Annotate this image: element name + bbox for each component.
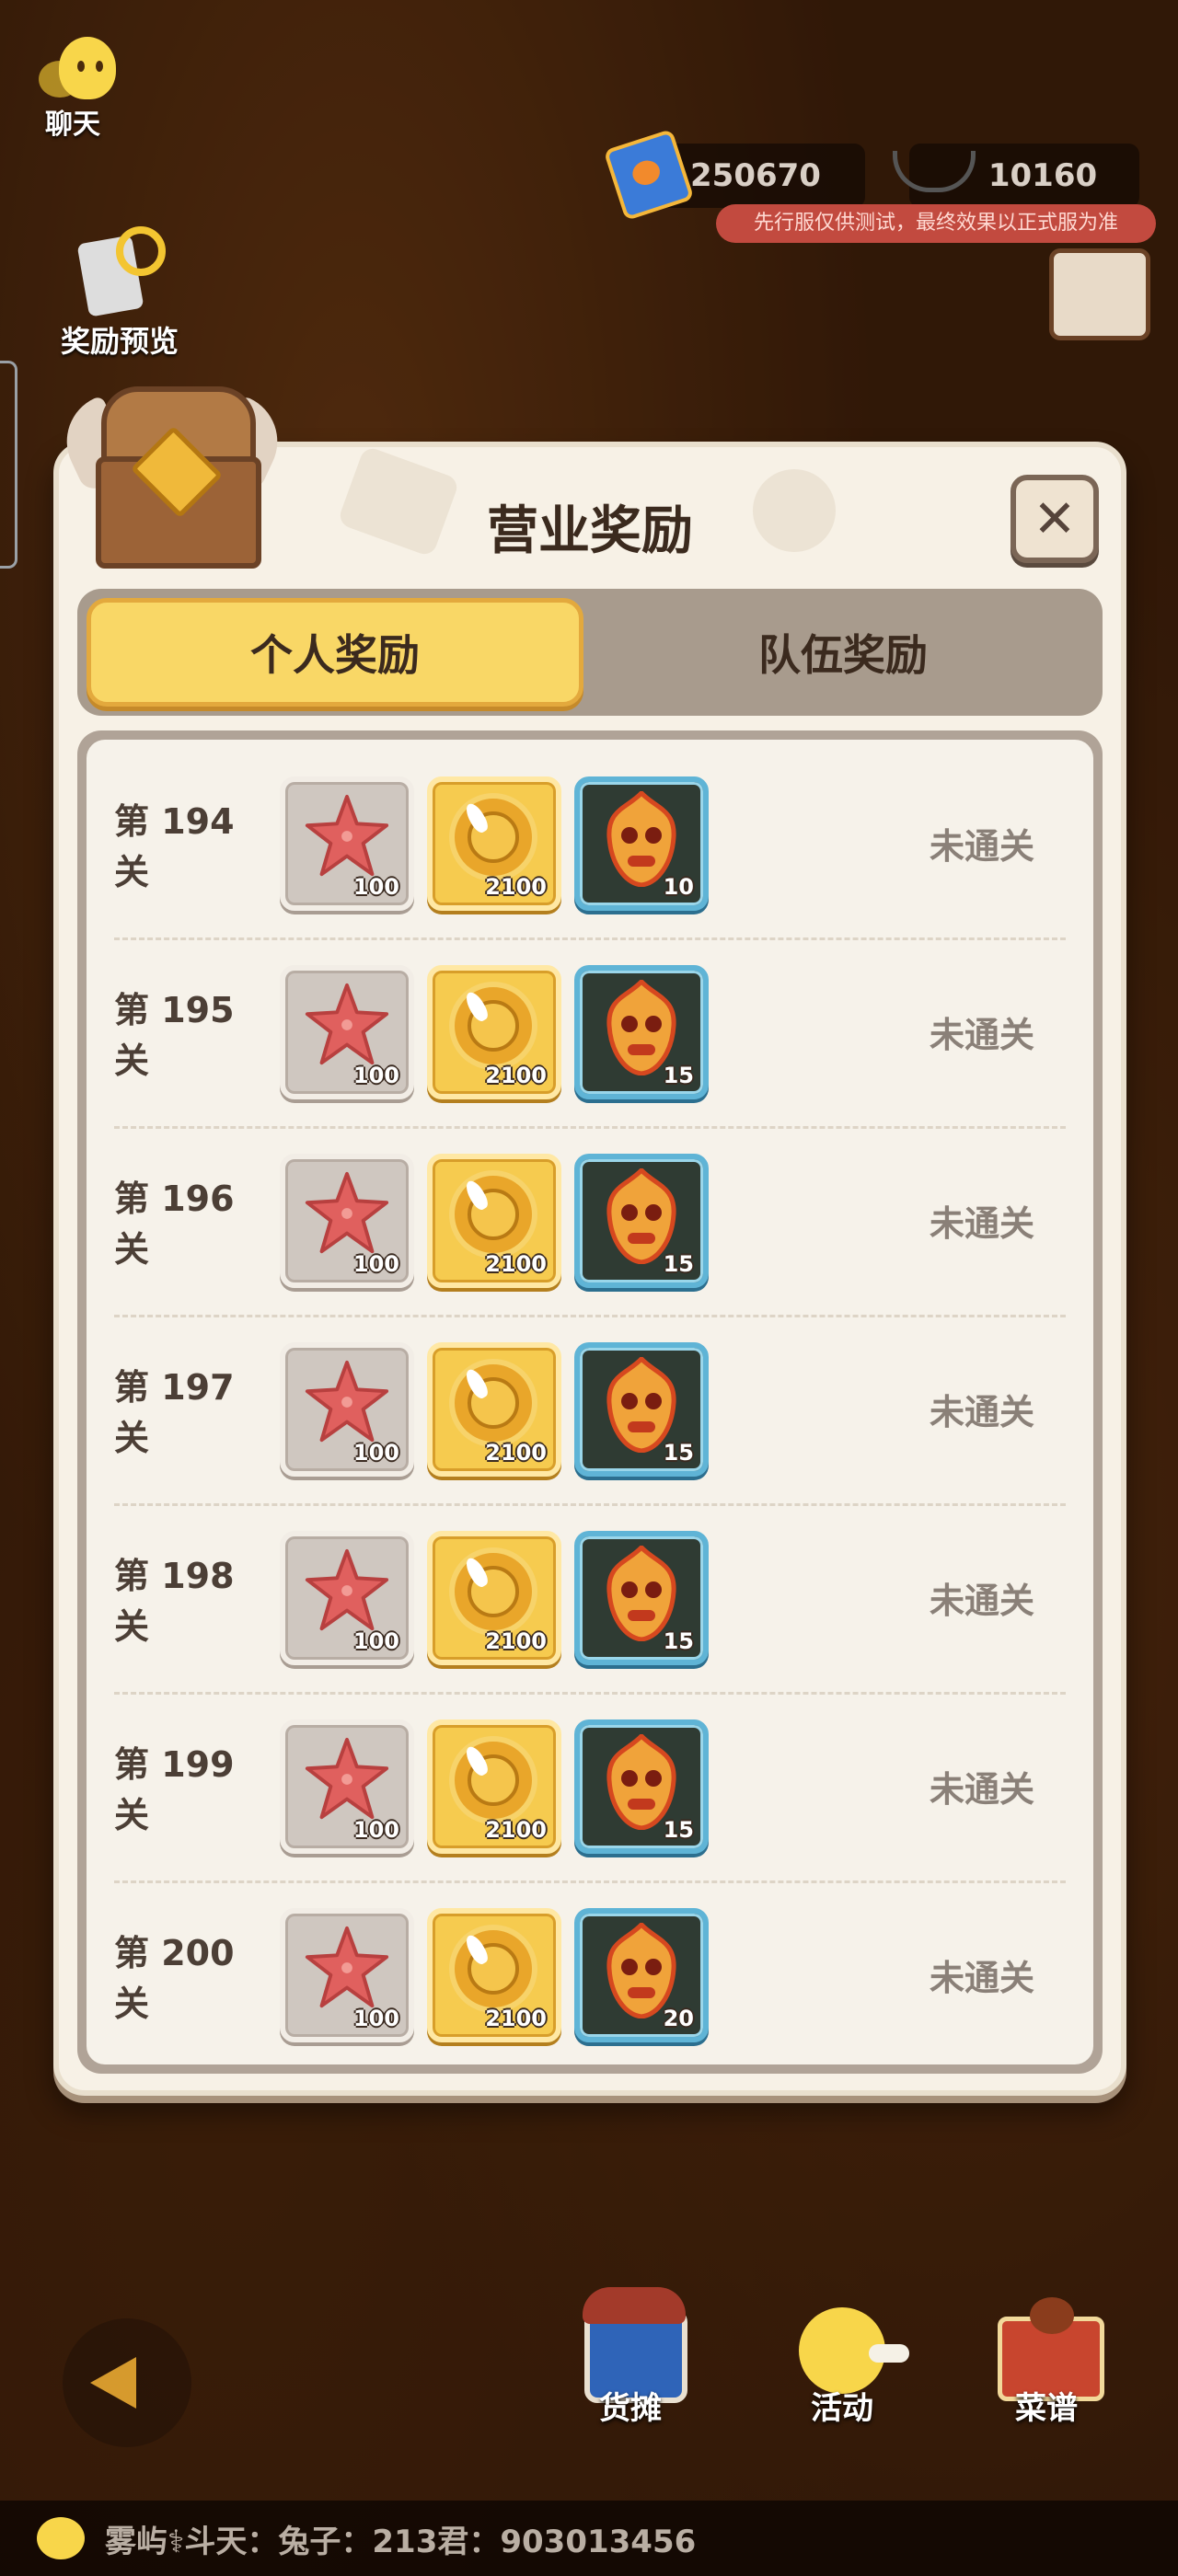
reward-tabs: 个人奖励 队伍奖励 bbox=[77, 589, 1103, 716]
reward-item[interactable]: 100 bbox=[280, 1907, 414, 2042]
reward-item[interactable]: 15 bbox=[574, 1341, 709, 1477]
level-label: 第 199 关 bbox=[114, 1743, 235, 1835]
reward-item[interactable]: 15 bbox=[574, 964, 709, 1099]
level-status: 未通关 bbox=[929, 1015, 1034, 1055]
pan-counter[interactable]: 10160 bbox=[893, 144, 1139, 208]
level-label: 第 195 关 bbox=[114, 989, 235, 1081]
chat-ticker[interactable]: 雾屿⚕斗天：兔子：213君：903013456 bbox=[0, 2501, 1178, 2576]
level-label: 第 194 关 bbox=[114, 800, 235, 892]
reward-item[interactable]: 2100 bbox=[427, 964, 561, 1099]
chat-bubble-icon bbox=[37, 2517, 85, 2559]
magnifier-scroll-icon bbox=[64, 221, 175, 322]
reward-item[interactable]: 15 bbox=[574, 1719, 709, 1854]
reward-quantity: 100 bbox=[352, 1062, 399, 1088]
reward-item[interactable]: 100 bbox=[280, 1530, 414, 1665]
reward-item[interactable]: 2100 bbox=[427, 776, 561, 911]
reward-quantity: 100 bbox=[352, 1439, 399, 1466]
reward-row: 第 194 关 100 2100 10 未通关 bbox=[114, 749, 1066, 937]
nav-activity-label: 活动 bbox=[811, 2390, 873, 2427]
reward-quantity: 2100 bbox=[485, 1250, 547, 1277]
nav-stall[interactable]: 货摊 bbox=[552, 2287, 709, 2428]
reward-quantity: 15 bbox=[663, 1627, 694, 1654]
ticket-counter[interactable]: 250670 bbox=[603, 128, 865, 222]
side-handle[interactable] bbox=[0, 361, 17, 569]
nav-stall-label: 货摊 bbox=[599, 2390, 662, 2427]
reward-list-inner: 第 194 关 100 2100 10 未通关第 195 关 100 2100 15 未通关第 … bbox=[87, 740, 1093, 2064]
reward-quantity: 2100 bbox=[485, 873, 547, 900]
ticker-text: 雾屿⚕斗天：兔子：213君：903013456 bbox=[105, 2523, 697, 2560]
chat-icon bbox=[31, 33, 116, 107]
reward-quantity: 100 bbox=[352, 873, 399, 900]
reward-item[interactable]: 100 bbox=[280, 1719, 414, 1854]
reward-quantity: 20 bbox=[663, 2005, 694, 2031]
reward-quantity: 2100 bbox=[485, 1439, 547, 1466]
reward-item[interactable]: 2100 bbox=[427, 1153, 561, 1288]
level-label: 第 200 关 bbox=[114, 1932, 235, 2024]
reward-item[interactable]: 2100 bbox=[427, 1719, 561, 1854]
reward-quantity: 15 bbox=[663, 1439, 694, 1466]
level-label: 第 197 关 bbox=[114, 1366, 235, 1458]
reward-item[interactable]: 100 bbox=[280, 964, 414, 1099]
chat-button[interactable]: 聊天 bbox=[13, 33, 133, 142]
reward-quantity: 100 bbox=[352, 1816, 399, 1843]
close-button[interactable]: ✕ bbox=[1011, 475, 1099, 563]
reward-list[interactable]: 第 194 关 100 2100 10 未通关第 195 关 100 2100 15 未通关第 … bbox=[77, 730, 1103, 2074]
reward-item[interactable]: 2100 bbox=[427, 1907, 561, 2042]
reward-quantity: 15 bbox=[663, 1062, 694, 1088]
tab-team-reward[interactable]: 队伍奖励 bbox=[593, 598, 1093, 707]
reward-item[interactable]: 100 bbox=[280, 776, 414, 911]
reward-quantity: 2100 bbox=[485, 1816, 547, 1843]
reward-quantity: 100 bbox=[352, 1627, 399, 1654]
pan-count: 10160 bbox=[987, 157, 1098, 194]
reward-row: 第 198 关 100 2100 15 未通关 bbox=[114, 1503, 1066, 1692]
menu-board-icon[interactable] bbox=[1049, 248, 1150, 340]
reward-row: 第 200 关 100 2100 20 未通关 bbox=[114, 1880, 1066, 2069]
level-label: 第 196 关 bbox=[114, 1178, 235, 1270]
reward-quantity: 100 bbox=[352, 2005, 399, 2031]
chat-label: 聊天 bbox=[45, 109, 100, 141]
level-label: 第 198 关 bbox=[114, 1555, 235, 1647]
reward-item[interactable]: 2100 bbox=[427, 1341, 561, 1477]
reward-quantity: 100 bbox=[352, 1250, 399, 1277]
level-status: 未通关 bbox=[929, 1958, 1034, 1998]
test-server-notice: 先行服仅供测试，最终效果以正式服为准 bbox=[716, 204, 1156, 243]
back-arrow-button[interactable] bbox=[63, 2318, 191, 2447]
business-reward-dialog: 营业奖励 ✕ 个人奖励 队伍奖励 第 194 关 100 2100 10 未通关第 19… bbox=[51, 386, 1126, 2096]
reward-quantity: 15 bbox=[663, 1816, 694, 1843]
reward-row: 第 199 关 100 2100 15 未通关 bbox=[114, 1692, 1066, 1880]
reward-row: 第 196 关 100 2100 15 未通关 bbox=[114, 1126, 1066, 1315]
reward-item[interactable]: 2100 bbox=[427, 1530, 561, 1665]
tab-personal-reward[interactable]: 个人奖励 bbox=[87, 598, 583, 707]
close-icon: ✕ bbox=[1033, 489, 1077, 549]
level-status: 未通关 bbox=[929, 1769, 1034, 1810]
reward-preview-label: 奖励预览 bbox=[60, 324, 179, 359]
reward-quantity: 10 bbox=[663, 873, 694, 900]
reward-item[interactable]: 15 bbox=[574, 1530, 709, 1665]
reward-preview-button[interactable]: 奖励预览 bbox=[37, 221, 202, 361]
level-status: 未通关 bbox=[929, 1392, 1034, 1432]
reward-row: 第 195 关 100 2100 15 未通关 bbox=[114, 937, 1066, 1126]
dialog-title: 营业奖励 bbox=[487, 501, 693, 561]
level-status: 未通关 bbox=[929, 826, 1034, 867]
reward-quantity: 2100 bbox=[485, 1627, 547, 1654]
reward-item[interactable]: 15 bbox=[574, 1153, 709, 1288]
nav-recipe[interactable]: 菜谱 bbox=[968, 2291, 1125, 2428]
reward-quantity: 15 bbox=[663, 1250, 694, 1277]
reward-item[interactable]: 100 bbox=[280, 1153, 414, 1288]
reward-row: 第 197 关 100 2100 15 未通关 bbox=[114, 1315, 1066, 1503]
reward-item[interactable]: 10 bbox=[574, 776, 709, 911]
reward-item[interactable]: 20 bbox=[574, 1907, 709, 2042]
level-status: 未通关 bbox=[929, 1581, 1034, 1621]
nav-activity[interactable]: 活动 bbox=[764, 2291, 920, 2428]
reward-item[interactable]: 100 bbox=[280, 1341, 414, 1477]
level-status: 未通关 bbox=[929, 1203, 1034, 1244]
nav-recipe-label: 菜谱 bbox=[1015, 2390, 1078, 2427]
ticket-count: 250670 bbox=[690, 157, 821, 194]
reward-quantity: 2100 bbox=[485, 2005, 547, 2031]
reward-quantity: 2100 bbox=[485, 1062, 547, 1088]
